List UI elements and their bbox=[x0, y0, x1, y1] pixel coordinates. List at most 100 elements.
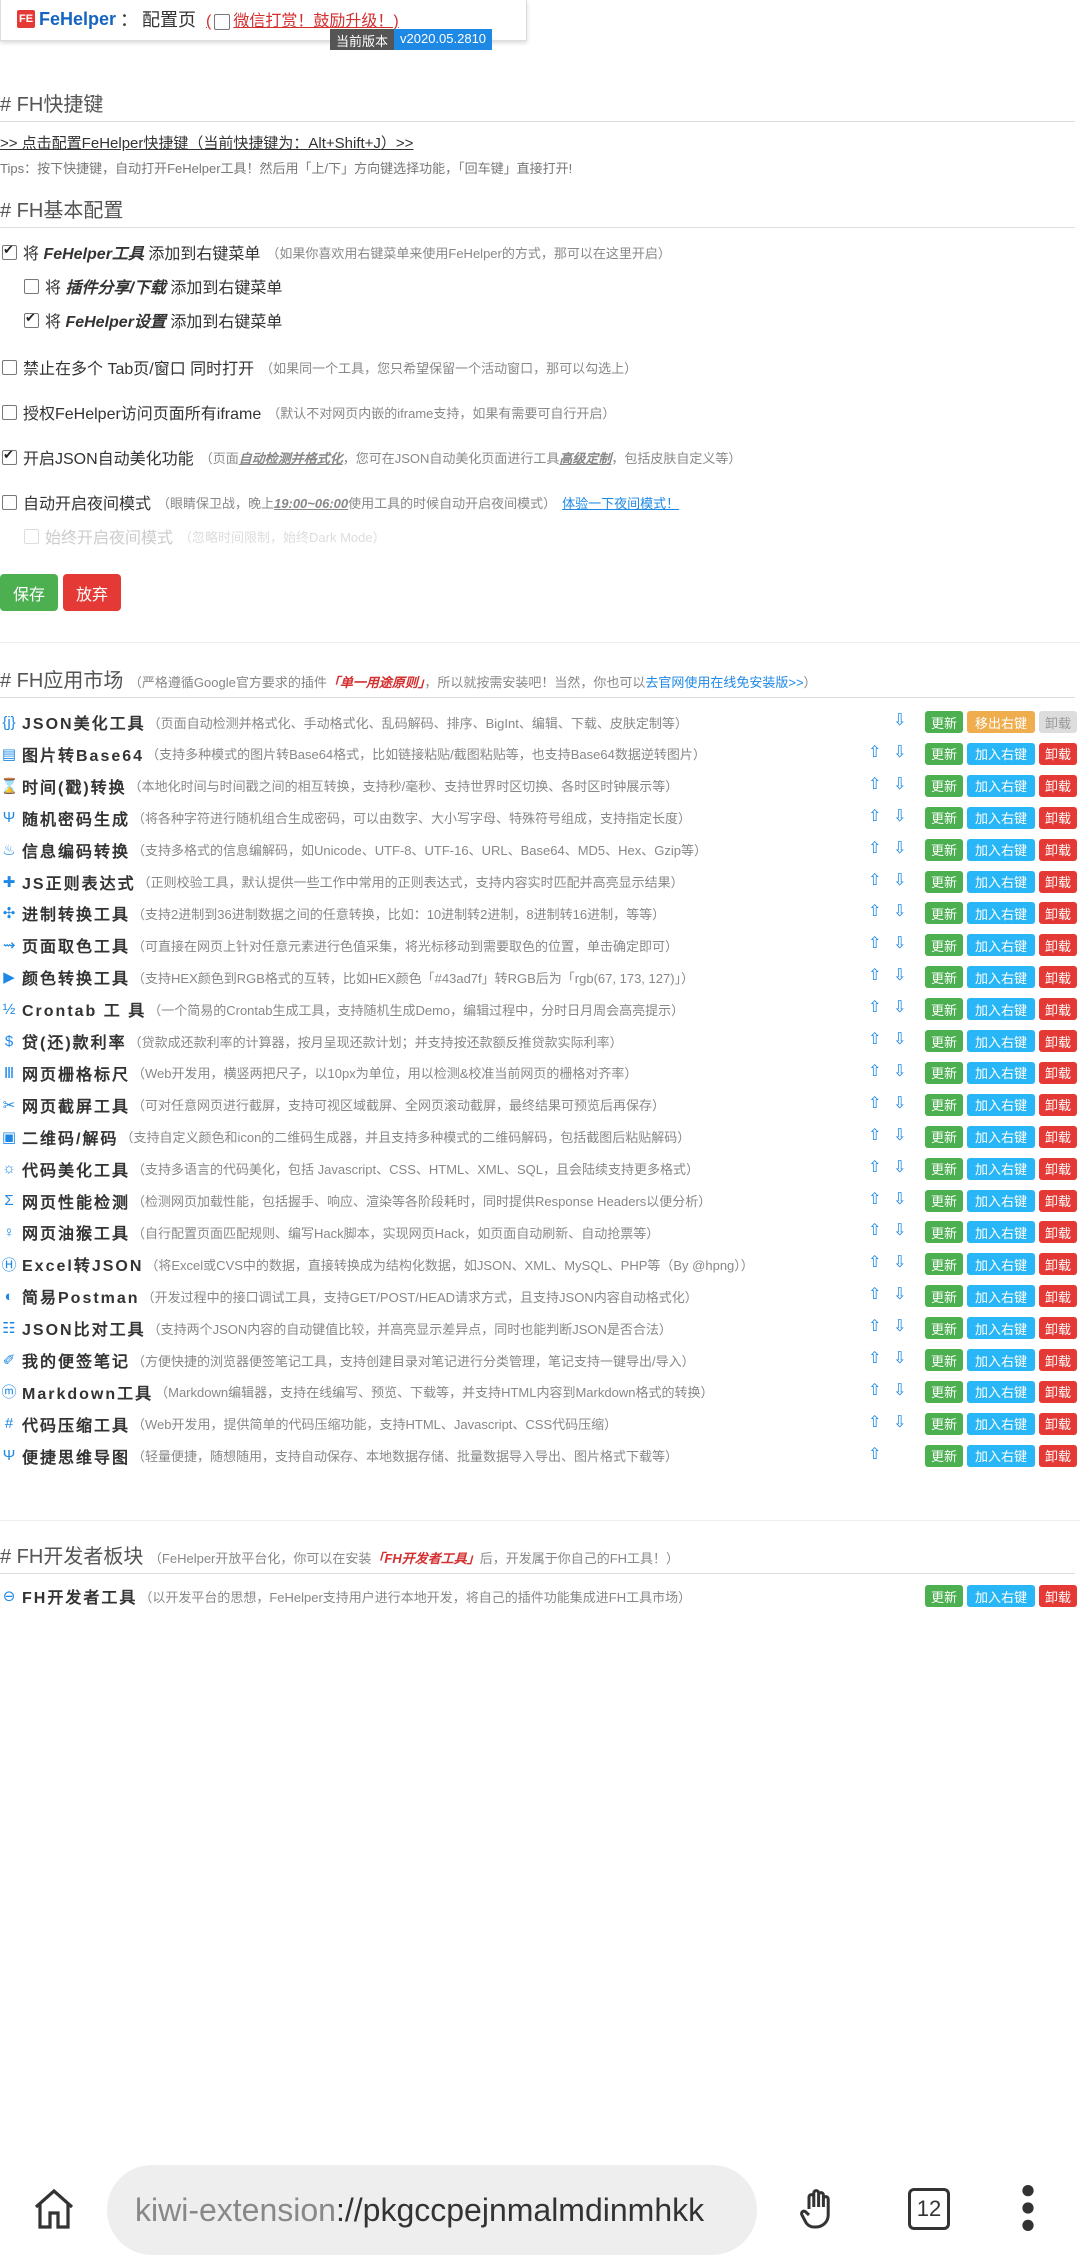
move-up-icon[interactable]: ⇧ bbox=[868, 1380, 881, 1400]
uninstall-button[interactable]: 卸载 bbox=[1039, 1349, 1077, 1371]
add-context-menu-button[interactable]: 加入右键 bbox=[967, 1317, 1035, 1340]
add-context-menu-button[interactable]: 加入右键 bbox=[967, 998, 1035, 1021]
tab-count-button[interactable]: 12 bbox=[908, 2188, 950, 2230]
uninstall-button[interactable]: 卸载 bbox=[1039, 774, 1077, 797]
move-up-icon[interactable]: ⇧ bbox=[868, 1125, 881, 1145]
add-context-menu-button[interactable]: 加入右键 bbox=[967, 1285, 1035, 1308]
add-context-menu-button[interactable]: 加入右键 bbox=[967, 742, 1035, 765]
uninstall-button[interactable]: 卸载 bbox=[1039, 1585, 1077, 1607]
uninstall-button[interactable]: 卸载 bbox=[1039, 966, 1077, 989]
tool-name[interactable]: 代码压缩工具 bbox=[22, 1412, 130, 1436]
move-down-icon[interactable]: ⇩ bbox=[893, 1412, 906, 1432]
move-down-icon[interactable]: ⇩ bbox=[893, 774, 906, 794]
tool-name[interactable]: 页面取色工具 bbox=[22, 933, 130, 957]
move-down-icon[interactable]: ⇩ bbox=[893, 710, 906, 730]
tool-name[interactable]: 网页性能检测 bbox=[22, 1189, 130, 1213]
update-button[interactable]: 更新 bbox=[925, 998, 963, 1021]
move-down-icon[interactable]: ⇩ bbox=[893, 933, 906, 953]
move-up-icon[interactable]: ⇧ bbox=[868, 901, 881, 921]
add-context-menu-button[interactable]: 加入右键 bbox=[967, 1030, 1035, 1052]
move-down-icon[interactable]: ⇩ bbox=[893, 838, 906, 858]
update-button[interactable]: 更新 bbox=[925, 1253, 963, 1276]
add-context-menu-button[interactable]: 加入右键 bbox=[967, 1125, 1035, 1148]
tool-name[interactable]: 信息编码转换 bbox=[22, 838, 130, 862]
tool-name[interactable]: 网页油猴工具 bbox=[22, 1220, 130, 1244]
update-button[interactable]: 更新 bbox=[925, 1221, 963, 1244]
add-context-menu-button[interactable]: 加入右键 bbox=[967, 1189, 1035, 1212]
tool-name[interactable]: 二维码/解码 bbox=[22, 1125, 118, 1149]
remove-context-menu-button[interactable]: 移出右键 bbox=[967, 711, 1035, 733]
move-down-icon[interactable]: ⇩ bbox=[893, 1348, 906, 1368]
update-button[interactable]: 更新 bbox=[925, 711, 963, 733]
uninstall-button[interactable]: 卸载 bbox=[1039, 1061, 1077, 1084]
add-context-menu-button[interactable]: 加入右键 bbox=[967, 1349, 1035, 1371]
tool-name[interactable]: 网页栅格标尺 bbox=[22, 1061, 130, 1085]
move-up-icon[interactable]: ⇧ bbox=[868, 997, 881, 1017]
update-button[interactable]: 更新 bbox=[925, 838, 963, 861]
update-button[interactable]: 更新 bbox=[925, 1061, 963, 1084]
option-single-window[interactable]: 禁止在多个 Tab页/窗口 同时打开 （如果同一个工具，您只希望保留一个活动窗口… bbox=[2, 355, 637, 379]
update-button[interactable]: 更新 bbox=[925, 902, 963, 925]
update-button[interactable]: 更新 bbox=[925, 1189, 963, 1212]
add-context-menu-button[interactable]: 加入右键 bbox=[967, 1380, 1035, 1403]
add-context-menu-button[interactable]: 加入右键 bbox=[967, 806, 1035, 829]
uninstall-button[interactable]: 卸载 bbox=[1039, 934, 1077, 957]
tool-name[interactable]: 我的便签笔记 bbox=[22, 1348, 130, 1372]
checkbox[interactable] bbox=[2, 359, 17, 375]
option-share-context-menu[interactable]: 将 插件分享/下载 添加到右键菜单 bbox=[24, 274, 282, 298]
update-button[interactable]: 更新 bbox=[925, 774, 963, 797]
update-button[interactable]: 更新 bbox=[925, 934, 963, 957]
uninstall-button[interactable]: 卸载 bbox=[1039, 838, 1077, 861]
uninstall-button[interactable]: 卸载 bbox=[1039, 1317, 1077, 1340]
move-up-icon[interactable]: ⇧ bbox=[868, 870, 881, 890]
uninstall-button[interactable]: 卸载 bbox=[1039, 870, 1077, 893]
move-up-icon[interactable]: ⇧ bbox=[868, 1444, 881, 1464]
uninstall-button[interactable]: 卸载 bbox=[1039, 742, 1077, 765]
update-button[interactable]: 更新 bbox=[925, 1125, 963, 1148]
update-button[interactable]: 更新 bbox=[925, 1444, 963, 1467]
move-down-icon[interactable]: ⇩ bbox=[893, 1220, 906, 1240]
move-up-icon[interactable]: ⇧ bbox=[868, 933, 881, 953]
tool-name[interactable]: 颜色转换工具 bbox=[22, 965, 130, 989]
move-up-icon[interactable]: ⇧ bbox=[868, 838, 881, 858]
configure-shortcut-link[interactable]: >> 点击配置FeHelper快捷键（当前快捷键为：Alt+Shift+J）>> bbox=[0, 132, 413, 153]
move-down-icon[interactable]: ⇩ bbox=[893, 997, 906, 1017]
uninstall-button[interactable]: 卸载 bbox=[1039, 1189, 1077, 1212]
add-context-menu-button[interactable]: 加入右键 bbox=[967, 1412, 1035, 1435]
update-button[interactable]: 更新 bbox=[925, 742, 963, 765]
tool-name[interactable]: Markdown工具 bbox=[22, 1380, 153, 1404]
tool-name[interactable]: 便捷思维导图 bbox=[22, 1444, 130, 1468]
move-up-icon[interactable]: ⇧ bbox=[868, 1220, 881, 1240]
option-fehelper-context-menu[interactable]: 将 FeHelper工具 添加到右键菜单 （如果你喜欢用右键菜单来使用FeHel… bbox=[2, 240, 671, 264]
move-up-icon[interactable]: ⇧ bbox=[868, 1061, 881, 1081]
add-context-menu-button[interactable]: 加入右键 bbox=[967, 774, 1035, 797]
uninstall-button[interactable]: 卸载 bbox=[1039, 998, 1077, 1021]
move-down-icon[interactable]: ⇩ bbox=[893, 965, 906, 985]
home-icon[interactable] bbox=[30, 2185, 78, 2238]
more-vert-icon[interactable] bbox=[1016, 2182, 1040, 2239]
move-down-icon[interactable]: ⇩ bbox=[893, 742, 906, 762]
online-version-link[interactable]: 去官网使用在线免安装版>> bbox=[645, 675, 803, 690]
uninstall-button[interactable]: 卸载 bbox=[1039, 1030, 1077, 1052]
checkbox[interactable] bbox=[24, 278, 39, 294]
tool-name[interactable]: Crontab 工 具 bbox=[22, 997, 146, 1021]
add-context-menu-button[interactable]: 加入右键 bbox=[967, 934, 1035, 957]
tool-name[interactable]: 随机密码生成 bbox=[22, 806, 130, 830]
tool-name[interactable]: 时间(戳)转换 bbox=[22, 774, 127, 798]
tool-name[interactable]: 简易Postman bbox=[22, 1284, 140, 1308]
move-up-icon[interactable]: ⇧ bbox=[868, 1348, 881, 1368]
uninstall-button[interactable]: 卸载 bbox=[1039, 1221, 1077, 1244]
option-night-mode[interactable]: 自动开启夜间模式 （眼睛保卫战，晚上19:00~06:00使用工具的时候自动开启… bbox=[2, 490, 679, 514]
cancel-button[interactable]: 放弃 bbox=[63, 574, 121, 611]
save-button[interactable]: 保存 bbox=[0, 574, 58, 611]
add-context-menu-button[interactable]: 加入右键 bbox=[967, 902, 1035, 925]
move-up-icon[interactable]: ⇧ bbox=[868, 1316, 881, 1336]
update-button[interactable]: 更新 bbox=[925, 1157, 963, 1180]
checkbox[interactable] bbox=[2, 447, 17, 465]
add-context-menu-button[interactable]: 加入右键 bbox=[967, 1157, 1035, 1180]
option-settings-context-menu[interactable]: 将 FeHelper设置 添加到右键菜单 bbox=[24, 308, 282, 332]
move-up-icon[interactable]: ⇧ bbox=[868, 1029, 881, 1049]
uninstall-button[interactable]: 卸载 bbox=[1039, 1093, 1077, 1116]
move-up-icon[interactable]: ⇧ bbox=[868, 1093, 881, 1113]
option-iframe-access[interactable]: 授权FeHelper访问页面所有iframe （默认不对网页内嵌的iframe支… bbox=[2, 400, 615, 424]
